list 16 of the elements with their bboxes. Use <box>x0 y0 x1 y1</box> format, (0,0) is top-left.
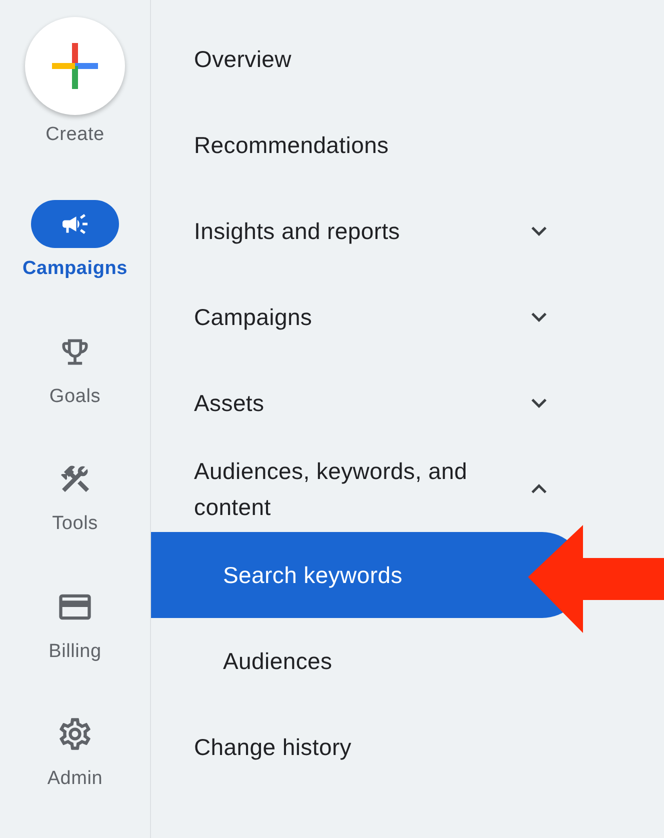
plus-icon <box>52 43 98 90</box>
nav-item[interactable]: Recommendations <box>151 102 585 188</box>
rail-label: Goals <box>49 386 101 407</box>
nav-item[interactable]: Insights and reports <box>151 188 585 274</box>
nav-item[interactable]: Campaigns <box>151 274 585 360</box>
nav-item[interactable]: Audiences, keywords, and content <box>151 446 585 532</box>
rail-label: Admin <box>47 769 103 790</box>
nav-item[interactable]: Assets <box>151 360 585 446</box>
rail-label: Campaigns <box>22 259 128 280</box>
rail-label: Tools <box>52 514 98 534</box>
nav-item[interactable]: Change history <box>151 704 585 790</box>
create-label: Create <box>46 125 104 146</box>
rail-button[interactable] <box>31 200 119 248</box>
rail-label: Billing <box>48 642 102 662</box>
nav-item[interactable]: Audiences <box>151 618 585 704</box>
nav-item[interactable]: Overview <box>151 16 585 102</box>
